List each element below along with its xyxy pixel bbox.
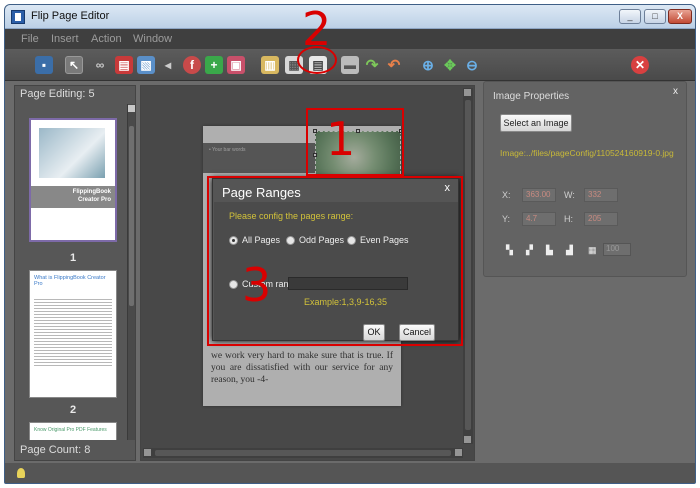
thumbnail-image bbox=[39, 128, 105, 178]
page-number-2: 2 bbox=[69, 404, 77, 416]
zoom-in-icon[interactable]: ⊕ bbox=[419, 56, 437, 74]
video-icon[interactable]: ▤ bbox=[115, 56, 133, 74]
annotation-number-1: 1 bbox=[326, 112, 356, 166]
window-title: Flip Page Editor bbox=[31, 10, 110, 22]
link-icon[interactable]: ∞ bbox=[91, 56, 109, 74]
pointer-icon[interactable]: ↖ bbox=[65, 56, 83, 74]
thumbnail-brand: FlippingBook bbox=[72, 189, 111, 195]
thumbnail-scrollbar[interactable] bbox=[127, 104, 135, 440]
x-field[interactable]: 363.00 bbox=[522, 188, 556, 202]
lightbulb-icon bbox=[17, 468, 25, 478]
app-logo-icon bbox=[11, 10, 25, 24]
page-editing-label: Page Editing: 5 bbox=[20, 88, 95, 100]
properties-close-button[interactable]: x bbox=[673, 86, 678, 97]
y-label: Y: bbox=[502, 214, 511, 224]
page-number-1: 1 bbox=[69, 252, 77, 264]
annotation-number-3: 3 bbox=[242, 258, 272, 312]
x-label: X: bbox=[502, 190, 511, 200]
save-icon[interactable]: ▪ bbox=[35, 56, 53, 74]
page-thumbnail-3[interactable]: Know Original Pro PDF Features bbox=[29, 422, 117, 440]
menu-action[interactable]: Action bbox=[91, 33, 122, 45]
bring-forward-icon[interactable]: ▙ bbox=[546, 245, 557, 255]
menu-bar: File Insert Action Window bbox=[5, 29, 695, 49]
send-backward-icon[interactable]: ▟ bbox=[566, 245, 577, 255]
title-bar: Flip Page Editor _ □ X bbox=[5, 5, 695, 29]
undo-icon[interactable]: ↶ bbox=[385, 56, 403, 74]
select-image-button[interactable]: Select an Image bbox=[500, 114, 572, 132]
window-close-button[interactable]: X bbox=[668, 9, 692, 24]
page-thumbnail-1[interactable]: FlippingBook Creator Pro bbox=[29, 118, 117, 242]
copy-icon[interactable]: ▥ bbox=[261, 56, 279, 74]
add-icon[interactable]: + bbox=[205, 56, 223, 74]
image-properties-panel: Image Properties x Select an Image Image… bbox=[483, 81, 687, 277]
maximize-button[interactable]: □ bbox=[644, 9, 666, 24]
scroll-up-arrow-icon[interactable] bbox=[128, 105, 135, 112]
menu-window[interactable]: Window bbox=[133, 33, 172, 45]
thumbnail-heading: What is FlippingBook Creator Pro bbox=[34, 275, 106, 287]
image-icon[interactable]: ▧ bbox=[137, 56, 155, 74]
thumbnail-band: FlippingBook Creator Pro bbox=[31, 186, 115, 208]
status-bar bbox=[5, 463, 695, 483]
page-thumbnail-panel: Page Editing: 5 FlippingBook Creator Pro… bbox=[14, 85, 136, 461]
sound-icon[interactable]: ◂ bbox=[159, 56, 177, 74]
w-field[interactable]: 332 bbox=[584, 188, 618, 202]
h-label: H: bbox=[564, 214, 573, 224]
menu-insert[interactable]: Insert bbox=[51, 33, 79, 45]
annotation-circle-2 bbox=[297, 46, 337, 74]
page-icon[interactable]: ▣ bbox=[227, 56, 245, 74]
close-icon[interactable]: ✕ bbox=[631, 56, 649, 74]
opacity-icon: ▦ bbox=[588, 245, 597, 255]
opacity-stepper[interactable]: 100 bbox=[603, 243, 631, 256]
thumbnail-heading: Know Original Pro PDF Features bbox=[34, 427, 107, 433]
fit-icon[interactable]: ✥ bbox=[441, 56, 459, 74]
thumbnail-list: FlippingBook Creator Pro 1 What is Flipp… bbox=[21, 106, 125, 440]
menu-file[interactable]: File bbox=[21, 33, 39, 45]
properties-title: Image Properties bbox=[493, 91, 570, 102]
redo-icon[interactable]: ↷ bbox=[363, 56, 381, 74]
toolbar: ▪ ↖ ∞ ▤ ▧ ◂ f + ▣ ▥ ▦ ▤ ▬ ↷ ↶ ⊕ ✥ ⊖ ✕ bbox=[5, 49, 695, 81]
thumbnail-brand-sub: Creator Pro bbox=[77, 197, 111, 203]
delete-icon[interactable]: ▬ bbox=[341, 56, 359, 74]
page-count-label: Page Count: 8 bbox=[20, 444, 91, 456]
image-path-text: Image:../files/pageConfig/110524160919-0… bbox=[500, 148, 674, 158]
zoom-out-icon[interactable]: ⊖ bbox=[463, 56, 481, 74]
thumbnail-text-lines bbox=[34, 297, 112, 367]
scrollbar-thumb[interactable] bbox=[129, 126, 134, 306]
page-thumbnail-2[interactable]: What is FlippingBook Creator Pro bbox=[29, 270, 117, 398]
minimize-button[interactable]: _ bbox=[619, 9, 641, 24]
flash-icon[interactable]: f bbox=[183, 56, 201, 74]
w-label: W: bbox=[564, 190, 575, 200]
h-field[interactable]: 205 bbox=[584, 212, 618, 226]
y-field[interactable]: 4.7 bbox=[522, 212, 556, 226]
send-back-icon[interactable]: ▞ bbox=[526, 245, 537, 255]
bring-front-icon[interactable]: ▚ bbox=[506, 245, 517, 255]
